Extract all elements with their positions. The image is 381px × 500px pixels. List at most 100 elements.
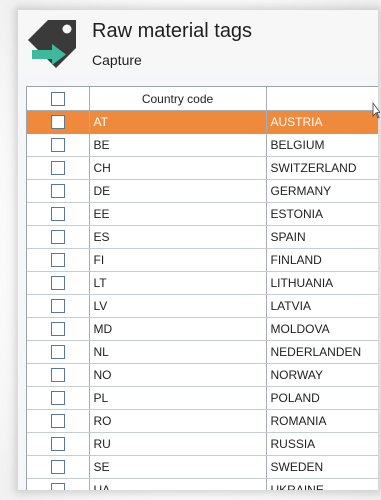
row-checkbox[interactable] bbox=[50, 207, 65, 222]
row-checkbox-cell bbox=[27, 248, 90, 272]
table-row[interactable]: EE ESTONIA bbox=[27, 202, 378, 226]
table-body: AT AUSTRIA BE BELGIUM CH SWITZERLAND DE GERMANY… bbox=[27, 110, 378, 490]
table-row[interactable]: MD MOLDOVA bbox=[27, 317, 378, 341]
row-checkbox-cell bbox=[27, 271, 90, 295]
row-checkbox-cell bbox=[27, 202, 90, 226]
row-checkbox[interactable] bbox=[50, 345, 65, 360]
country-name-cell[interactable]: SWEDEN bbox=[266, 455, 378, 479]
country-code-cell[interactable]: SE bbox=[89, 455, 267, 479]
country-code-cell[interactable]: CH bbox=[89, 156, 267, 180]
country-code-cell[interactable]: EE bbox=[89, 202, 267, 226]
row-checkbox-cell bbox=[27, 156, 90, 180]
country-grid: Country code AT AUSTRIA BE BELGIUM CH SWITZER… bbox=[26, 86, 378, 490]
country-name-cell[interactable]: POLAND bbox=[266, 386, 378, 410]
country-table: Country code AT AUSTRIA BE BELGIUM CH SWITZER… bbox=[27, 87, 378, 490]
row-checkbox[interactable] bbox=[50, 414, 65, 429]
mouse-cursor-icon bbox=[372, 102, 380, 119]
table-row[interactable]: RU RUSSIA bbox=[27, 432, 378, 456]
country-name-cell[interactable]: NORWAY bbox=[266, 363, 378, 387]
row-checkbox-cell bbox=[27, 478, 90, 490]
row-checkbox-cell bbox=[27, 133, 90, 157]
app-header: Raw material tags Capture bbox=[18, 10, 378, 74]
country-name-cell[interactable]: LITHUANIA bbox=[266, 271, 378, 295]
country-name-cell[interactable]: BELGIUM bbox=[266, 133, 378, 157]
country-name-cell[interactable]: SPAIN bbox=[266, 225, 378, 249]
row-checkbox[interactable] bbox=[50, 115, 65, 130]
table-row[interactable]: LT LITHUANIA bbox=[27, 271, 378, 295]
row-checkbox[interactable] bbox=[50, 460, 65, 475]
table-row[interactable]: UA UKRAINE bbox=[27, 478, 378, 490]
table-row[interactable]: RO ROMANIA bbox=[27, 409, 378, 433]
row-checkbox-cell bbox=[27, 455, 90, 479]
table-row[interactable]: NO NORWAY bbox=[27, 363, 378, 387]
country-name-cell[interactable]: MOLDOVA bbox=[266, 317, 378, 341]
country-name-cell[interactable]: ROMANIA bbox=[266, 409, 378, 433]
country-code-cell[interactable]: NO bbox=[89, 363, 267, 387]
country-code-cell[interactable]: FI bbox=[89, 248, 267, 272]
country-name-cell[interactable]: NEDERLANDEN bbox=[266, 340, 378, 364]
row-checkbox[interactable] bbox=[50, 483, 65, 490]
country-code-cell[interactable]: NL bbox=[89, 340, 267, 364]
country-code-cell[interactable]: PL bbox=[89, 386, 267, 410]
row-checkbox[interactable] bbox=[50, 368, 65, 383]
row-checkbox-cell bbox=[27, 432, 90, 456]
country-name-cell[interactable]: RUSSIA bbox=[266, 432, 378, 456]
country-code-cell[interactable]: BE bbox=[89, 133, 267, 157]
table-row[interactable]: ES SPAIN bbox=[27, 225, 378, 249]
table-row[interactable]: BE BELGIUM bbox=[27, 133, 378, 157]
page-subtitle: Capture bbox=[92, 52, 142, 68]
country-code-cell[interactable]: AT bbox=[89, 110, 267, 134]
select-all-checkbox[interactable] bbox=[50, 91, 65, 106]
country-code-cell[interactable]: ES bbox=[89, 225, 267, 249]
country-code-cell[interactable]: LV bbox=[89, 294, 267, 318]
table-row[interactable]: SE SWEDEN bbox=[27, 455, 378, 479]
row-checkbox[interactable] bbox=[50, 161, 65, 176]
column-header-country-name[interactable] bbox=[266, 87, 378, 111]
country-code-cell[interactable]: UA bbox=[89, 478, 267, 490]
page-title: Raw material tags bbox=[92, 20, 253, 42]
country-name-cell[interactable]: LATVIA bbox=[266, 294, 378, 318]
row-checkbox-cell bbox=[27, 363, 90, 387]
country-name-cell[interactable]: FINLAND bbox=[266, 248, 378, 272]
row-checkbox[interactable] bbox=[50, 230, 65, 245]
table-row[interactable]: CH SWITZERLAND bbox=[27, 156, 378, 180]
tag-arrow-icon bbox=[28, 20, 76, 68]
row-checkbox-cell bbox=[27, 294, 90, 318]
row-checkbox-cell bbox=[27, 317, 90, 341]
country-code-cell[interactable]: RO bbox=[89, 409, 267, 433]
country-code-cell[interactable]: DE bbox=[89, 179, 267, 203]
row-checkbox[interactable] bbox=[50, 253, 65, 268]
row-checkbox[interactable] bbox=[50, 391, 65, 406]
row-checkbox[interactable] bbox=[50, 299, 65, 314]
row-checkbox-cell bbox=[27, 386, 90, 410]
table-row[interactable]: LV LATVIA bbox=[27, 294, 378, 318]
row-checkbox-cell bbox=[27, 225, 90, 249]
row-checkbox[interactable] bbox=[50, 276, 65, 291]
table-header-row: Country code bbox=[27, 87, 378, 111]
select-all-header bbox=[27, 87, 90, 111]
screenshot-stage: Raw material tags Capture Country code A… bbox=[0, 0, 381, 500]
table-row[interactable]: PL POLAND bbox=[27, 386, 378, 410]
country-name-cell[interactable]: AUSTRIA bbox=[266, 110, 378, 134]
row-checkbox-cell bbox=[27, 340, 90, 364]
country-name-cell[interactable]: SWITZERLAND bbox=[266, 156, 378, 180]
row-checkbox[interactable] bbox=[50, 184, 65, 199]
country-code-cell[interactable]: LT bbox=[89, 271, 267, 295]
row-checkbox[interactable] bbox=[50, 138, 65, 153]
column-header-country-code[interactable]: Country code bbox=[89, 87, 267, 111]
table-row[interactable]: NL NEDERLANDEN bbox=[27, 340, 378, 364]
country-name-cell[interactable]: GERMANY bbox=[266, 179, 378, 203]
country-code-cell[interactable]: MD bbox=[89, 317, 267, 341]
app-window: Raw material tags Capture Country code A… bbox=[18, 10, 378, 490]
row-checkbox-cell bbox=[27, 409, 90, 433]
row-checkbox[interactable] bbox=[50, 437, 65, 452]
table-row[interactable]: AT AUSTRIA bbox=[27, 110, 378, 134]
row-checkbox[interactable] bbox=[50, 322, 65, 337]
country-name-cell[interactable]: UKRAINE bbox=[266, 478, 378, 490]
table-row[interactable]: DE GERMANY bbox=[27, 179, 378, 203]
country-name-cell[interactable]: ESTONIA bbox=[266, 202, 378, 226]
row-checkbox-cell bbox=[27, 179, 90, 203]
table-row[interactable]: FI FINLAND bbox=[27, 248, 378, 272]
country-code-cell[interactable]: RU bbox=[89, 432, 267, 456]
row-checkbox-cell bbox=[27, 110, 90, 134]
